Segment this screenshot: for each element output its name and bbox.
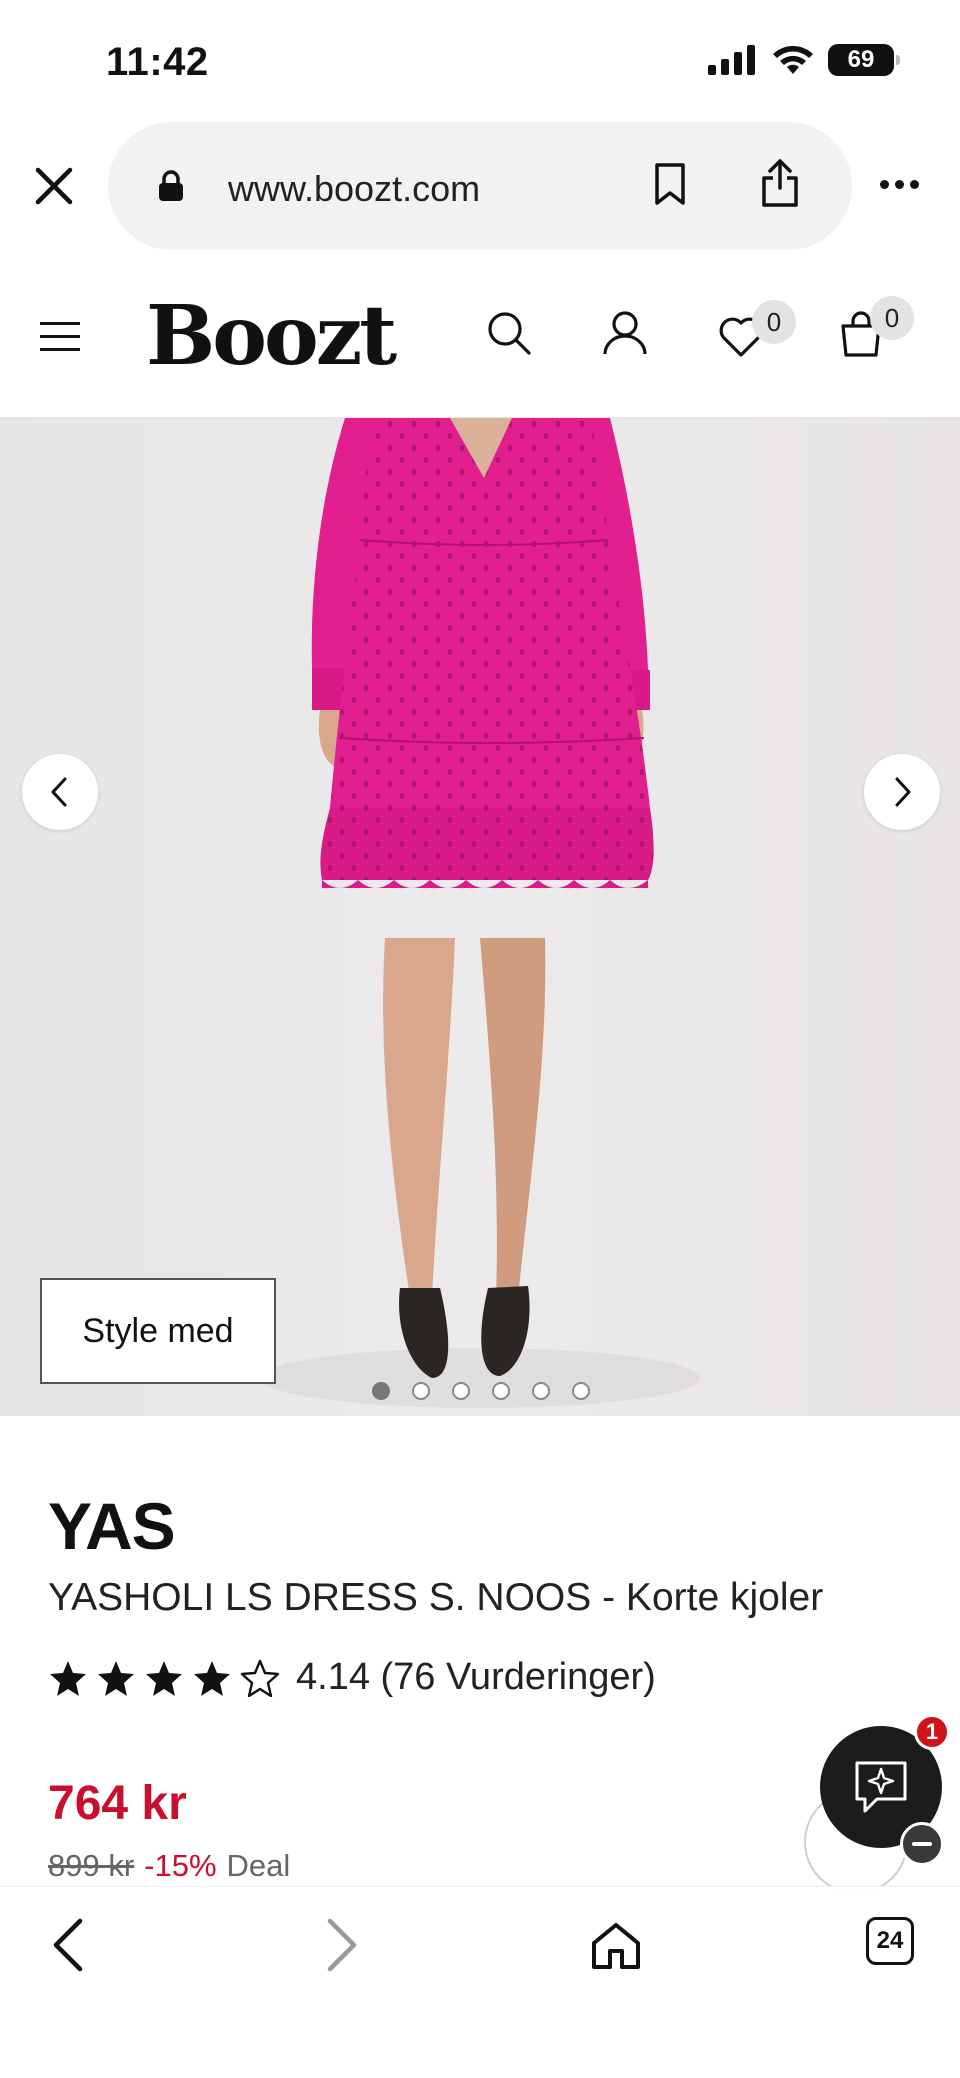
price-details: 899 kr -15% Deal: [48, 1848, 290, 1884]
dot-icon: [910, 180, 919, 189]
site-header: Boozt 0 0: [0, 260, 960, 418]
chevron-left-icon: [51, 777, 67, 807]
share-icon[interactable]: [760, 158, 800, 208]
status-icons: 69: [708, 44, 900, 76]
original-price: 899 kr: [48, 1848, 135, 1883]
browser-bottom-toolbar: 24: [0, 1886, 960, 2078]
pagination-dot[interactable]: [572, 1382, 590, 1400]
star-outline-icon: [240, 1659, 280, 1697]
chat-sparkle-icon: [855, 1761, 907, 1813]
status-bar: 11:42 69: [0, 0, 960, 110]
star-filled-icon: [50, 1660, 86, 1696]
discount-percent: -15%: [144, 1848, 217, 1883]
previous-image-button[interactable]: [22, 754, 98, 830]
pagination-dot[interactable]: [452, 1382, 470, 1400]
product-price: 764 kr: [48, 1777, 187, 1830]
status-time: 11:42: [106, 40, 209, 84]
deal-label: Deal: [226, 1848, 291, 1883]
wishlist-count-badge: 0: [752, 300, 796, 344]
minimize-chat-button[interactable]: [900, 1822, 944, 1866]
wifi-icon: [773, 46, 813, 74]
pagination-dot[interactable]: [372, 1382, 390, 1400]
next-image-button[interactable]: [864, 754, 940, 830]
dot-icon: [880, 180, 889, 189]
cellular-signal-icon: [708, 45, 755, 75]
gallery-pagination: [372, 1382, 590, 1400]
battery-icon: 69: [828, 44, 900, 76]
rating-text: 4.14 (76 Vurderinger): [296, 1656, 656, 1698]
tabs-button[interactable]: 24: [866, 1917, 914, 1965]
home-icon[interactable]: [590, 1921, 642, 1971]
browser-address-bar: www.boozt.com: [0, 110, 960, 260]
back-arrow-icon[interactable]: [50, 1917, 86, 1973]
rating-stars: [48, 1659, 280, 1697]
chevron-right-icon: [895, 777, 911, 807]
lock-icon: [159, 170, 183, 201]
close-button[interactable]: [28, 160, 80, 212]
forward-arrow-icon[interactable]: [324, 1917, 360, 1973]
bookmark-icon[interactable]: [652, 162, 688, 206]
product-rating[interactable]: 4.14 (76 Vurderinger): [48, 1656, 656, 1699]
dot-icon: [895, 180, 904, 189]
chat-notification-badge: 1: [914, 1714, 950, 1750]
pagination-dot[interactable]: [492, 1382, 510, 1400]
site-logo[interactable]: Boozt: [146, 288, 397, 384]
star-filled-icon: [194, 1660, 230, 1696]
product-image-gallery[interactable]: Style med: [0, 418, 960, 1416]
url-text: www.boozt.com: [228, 168, 481, 209]
product-brand[interactable]: YAS: [48, 1488, 176, 1564]
url-field[interactable]: www.boozt.com: [108, 122, 852, 250]
pagination-dot[interactable]: [532, 1382, 550, 1400]
menu-icon[interactable]: [40, 322, 80, 361]
close-icon: [35, 167, 73, 205]
star-filled-icon: [98, 1660, 134, 1696]
cart-count-badge: 0: [870, 296, 914, 340]
style-with-button[interactable]: Style med: [40, 1278, 276, 1384]
pagination-dot[interactable]: [412, 1382, 430, 1400]
product-title: YASHOLI LS DRESS S. NOOS - Korte kjoler: [48, 1576, 824, 1619]
more-options-button[interactable]: [880, 180, 919, 189]
product-image: [260, 418, 700, 1408]
account-icon[interactable]: [602, 310, 648, 356]
search-icon[interactable]: [486, 310, 532, 356]
star-filled-icon: [146, 1660, 182, 1696]
